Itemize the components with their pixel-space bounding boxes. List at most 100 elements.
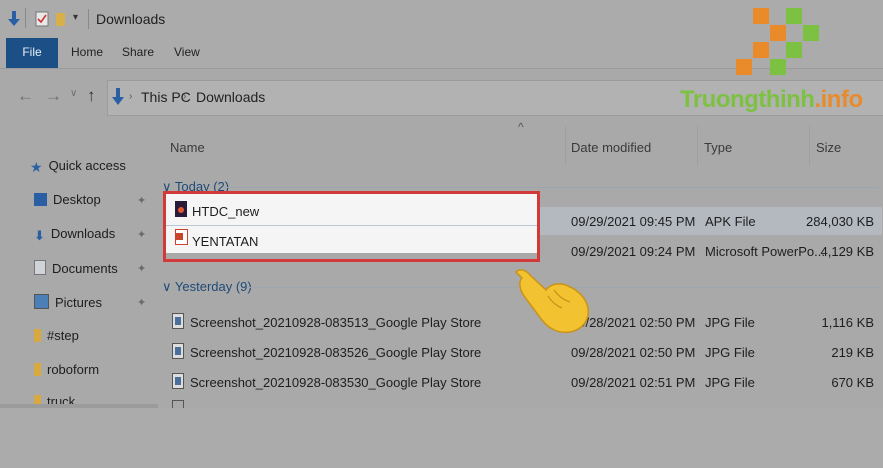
watermark-name: Truongthinh [680, 86, 815, 113]
separator [88, 9, 89, 29]
logo-square [786, 42, 802, 58]
file-type: JPG File [705, 375, 755, 390]
file-name: Screenshot_20210928-083513_Google Play S… [190, 315, 482, 330]
tab-file[interactable]: File [6, 38, 58, 68]
nav-label: roboform [47, 362, 100, 377]
up-arrow-icon[interactable]: ↑ [87, 86, 96, 106]
separator [25, 8, 26, 28]
column-separator[interactable] [565, 126, 566, 166]
nav-item-pictures[interactable]: Pictures [34, 294, 102, 310]
column-header-date[interactable]: Date modified [571, 140, 651, 155]
title-bar: ▾ Downloads [0, 0, 883, 38]
status-area [0, 408, 883, 468]
image-file-icon [172, 373, 184, 389]
image-file-icon [172, 343, 184, 359]
logo-square [770, 59, 786, 75]
folder-icon [34, 363, 41, 376]
recent-locations-icon[interactable]: ∨ [70, 88, 77, 99]
nav-item-quick-access[interactable]: ★ Quick access [30, 158, 126, 175]
download-arrow-icon[interactable] [8, 11, 20, 27]
logo-square [753, 8, 769, 24]
watermark-logo: Truongthinh.info [680, 86, 863, 114]
pin-icon[interactable]: ✦ [137, 262, 146, 275]
logo-square [736, 59, 752, 75]
column-separator[interactable] [697, 126, 698, 166]
breadcrumb-separator: › [183, 91, 187, 102]
file-type: Microsoft PowerPo... [705, 244, 825, 259]
back-arrow-icon[interactable]: ← [17, 86, 34, 106]
documents-icon [34, 260, 46, 275]
file-date: 09/29/2021 09:45 PM [571, 214, 696, 229]
pptx-file-icon [175, 229, 188, 245]
breadcrumb-separator: › [129, 91, 133, 102]
window-title: Downloads [96, 11, 166, 27]
chevron-down-icon: ∨ [162, 279, 175, 294]
nav-item-step[interactable]: #step [34, 328, 79, 343]
file-size: 670 KB [831, 375, 874, 390]
image-file-icon [172, 313, 184, 329]
file-name: Screenshot_20210928-083530_Google Play S… [190, 375, 482, 390]
file-type: JPG File [705, 345, 755, 360]
customize-quick-access-icon[interactable]: ▾ [73, 12, 78, 23]
logo-square [786, 8, 802, 24]
tab-view[interactable]: View [174, 38, 200, 68]
highlighted-file-row[interactable]: HTDC_new [166, 194, 537, 225]
star-icon: ★ [30, 159, 43, 175]
column-header-name[interactable]: Name [170, 140, 205, 155]
file-name: YENTATAN [192, 234, 259, 249]
logo-square [753, 42, 769, 58]
tab-share[interactable]: Share [122, 38, 154, 68]
group-label: Yesterday (9) [174, 279, 252, 294]
logo-square [770, 25, 786, 41]
file-date: 09/29/2021 09:24 PM [571, 244, 696, 259]
file-type: APK File [705, 214, 756, 229]
nav-label: Pictures [55, 295, 102, 310]
file-size: 284,030 KB [806, 214, 874, 229]
file-name: Screenshot_20210928-083526_Google Play S… [190, 345, 482, 360]
pin-icon[interactable]: ✦ [137, 296, 146, 309]
pin-icon[interactable]: ✦ [137, 228, 146, 241]
group-divider [224, 187, 879, 188]
folder-icon [34, 329, 41, 342]
file-name: HTDC_new [192, 204, 260, 219]
column-header-type[interactable]: Type [704, 140, 732, 155]
desktop-icon [34, 193, 47, 206]
new-folder-icon[interactable] [56, 11, 66, 27]
nav-label: Desktop [53, 192, 101, 207]
download-folder-icon [112, 88, 124, 105]
forward-arrow-icon[interactable]: → [45, 86, 62, 106]
nav-item-documents[interactable]: Documents [34, 260, 118, 276]
file-type: JPG File [705, 315, 755, 330]
nav-item-downloads[interactable]: ⬇ Downloads [34, 226, 116, 243]
file-size: 219 KB [831, 345, 874, 360]
pin-icon[interactable]: ✦ [137, 194, 146, 207]
logo-square [803, 25, 819, 41]
group-header-yesterday[interactable]: ∨ Yesterday (9) [162, 279, 252, 295]
nav-label: Downloads [50, 226, 116, 241]
breadcrumb-downloads[interactable]: Downloads [196, 89, 265, 105]
file-date: 09/28/2021 02:50 PM [571, 345, 696, 360]
file-date: 09/28/2021 02:51 PM [571, 375, 696, 390]
file-list: ^ Name Date modified Type Size ∨ Today (… [158, 118, 883, 409]
nav-item-desktop[interactable]: Desktop [34, 192, 101, 207]
column-header-size[interactable]: Size [816, 140, 841, 155]
column-separator[interactable] [809, 126, 810, 166]
file-row[interactable]: Screenshot_20210928-083530_Google Play S… [164, 368, 882, 396]
file-size: 4,129 KB [820, 244, 875, 259]
nav-item-roboform[interactable]: roboform [34, 362, 99, 377]
nav-label: Quick access [48, 158, 126, 173]
apk-file-icon [175, 201, 187, 217]
sort-ascending-icon: ^ [518, 120, 524, 134]
nav-label: #step [47, 328, 79, 343]
file-row[interactable]: Screenshot_20210928-083526_Google Play S… [164, 338, 882, 366]
watermark-suffix: .info [814, 86, 863, 113]
pictures-icon [34, 294, 49, 309]
pointing-hand-icon [514, 269, 590, 334]
tab-home[interactable]: Home [71, 38, 103, 68]
properties-icon[interactable] [35, 11, 49, 27]
highlighted-file-row[interactable]: YENTATAN [166, 226, 537, 253]
file-size: 1,116 KB [821, 315, 874, 330]
navigation-pane: ★ Quick access Desktop ✦ ⬇ Downloads ✦ Doc… [0, 118, 155, 409]
nav-label: Documents [52, 261, 118, 276]
download-icon: ⬇ [34, 228, 45, 243]
